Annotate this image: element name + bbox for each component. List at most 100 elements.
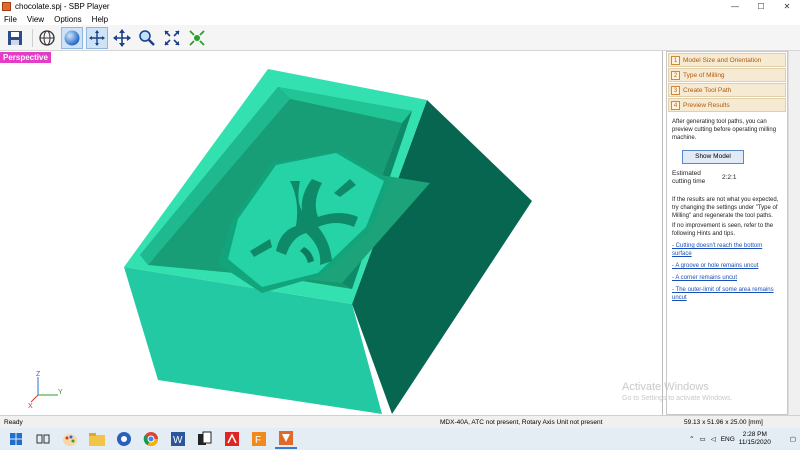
render-sphere-button[interactable]: [61, 26, 83, 49]
step-label: Model Size and Orientation: [683, 56, 762, 64]
step-create-tool-path[interactable]: 3 Create Tool Path: [668, 83, 786, 97]
minimize-button[interactable]: —: [722, 0, 748, 13]
fit-icon: [164, 29, 180, 46]
hint-note-2: If no improvement is seen, refer to the …: [672, 223, 774, 237]
notifications-icon[interactable]: ▢: [790, 435, 796, 443]
hint-link-bottom-surface[interactable]: - Cutting doesn't reach the bottom surfa…: [672, 242, 782, 258]
cards-taskbar-button[interactable]: [194, 429, 216, 449]
acrobat-taskbar-button[interactable]: [221, 429, 243, 449]
pan-icon: [113, 28, 131, 47]
preview-intro-text: After generating tool paths, you can pre…: [672, 119, 777, 141]
svg-text:F: F: [255, 435, 261, 446]
step-4-icon: 4: [671, 100, 680, 110]
step-type-of-milling[interactable]: 2 Type of Milling: [668, 68, 786, 82]
status-machine: MDX-40A, ATC not present, Rotary Axis Un…: [440, 418, 603, 426]
step-model-size[interactable]: 1 Model Size and Orientation: [668, 53, 786, 67]
windows-icon: [10, 433, 22, 445]
hint-link-corner[interactable]: - A corner remains uncut: [672, 274, 782, 282]
3d-viewport[interactable]: Perspective Z Y X: [0, 51, 662, 415]
estimated-time-label: Estimated cutting time: [672, 170, 706, 185]
language-indicator[interactable]: ENG: [721, 436, 735, 443]
hint-link-groove[interactable]: - A groove or hole remains uncut: [672, 262, 782, 270]
taskbar: W F ⌃ ▭ ◁ ENG 2:28 PM 11/15/2020 ▢: [0, 428, 800, 450]
menu-file[interactable]: File: [4, 15, 17, 24]
acrobat-icon: [225, 432, 239, 446]
sbp-player-taskbar-button[interactable]: [275, 429, 297, 449]
view-globe-button[interactable]: [36, 27, 58, 49]
axis-label-y: Y: [58, 389, 63, 396]
zoom-icon: [139, 29, 155, 46]
file-explorer-icon: [89, 433, 105, 446]
step-2-icon: 2: [671, 70, 680, 80]
sphere-icon: [64, 30, 80, 45]
sbp-f-icon: F: [252, 432, 266, 446]
cards-icon: [198, 431, 212, 445]
axis-label-z: Z: [36, 371, 41, 378]
svg-text:W: W: [173, 435, 183, 446]
hint-note-1: If the results are not what you expected…: [672, 197, 779, 219]
pan-button[interactable]: [111, 27, 133, 49]
step-label: Type of Milling: [683, 71, 725, 79]
task-view-icon: [36, 434, 50, 444]
globe-icon: [39, 29, 55, 46]
clock-time: 2:28 PM: [742, 431, 767, 438]
rotate-button[interactable]: [86, 26, 108, 49]
app-icon: [2, 2, 11, 11]
step-label: Create Tool Path: [683, 86, 732, 94]
fit-view-button[interactable]: [161, 27, 183, 49]
sbp-player-icon: [279, 431, 293, 445]
watermark-title: Activate Windows: [622, 381, 709, 393]
save-button[interactable]: [4, 27, 26, 49]
extents-icon: [189, 29, 205, 46]
speaker-icon[interactable]: ◁: [711, 435, 716, 443]
word-taskbar-button[interactable]: W: [167, 429, 189, 449]
sbp-f-taskbar-button[interactable]: F: [248, 429, 270, 449]
close-button[interactable]: ✕: [774, 0, 800, 13]
show-model-button[interactable]: Show Model: [682, 150, 744, 164]
step-1-icon: 1: [671, 55, 680, 65]
wizard-content: 1 Model Size and Orientation 2 Type of M…: [666, 51, 788, 415]
window-title: chocolate.spj - SBP Player: [15, 2, 110, 11]
menu-options[interactable]: Options: [54, 15, 82, 24]
activate-windows-watermark: Activate Windows Go to Settings to activ…: [622, 381, 733, 402]
toolbar: [0, 25, 800, 51]
step-preview-results[interactable]: 4 Preview Results: [668, 98, 786, 112]
task-view-button[interactable]: [32, 429, 54, 449]
chrome-alt-icon: [117, 432, 131, 446]
estimated-time-value: 2:2:1: [722, 174, 737, 181]
windows-start-button[interactable]: [5, 429, 27, 449]
axis-indicator: Z Y X: [28, 371, 63, 409]
menu-view[interactable]: View: [27, 15, 44, 24]
file-explorer-taskbar-button[interactable]: [86, 429, 108, 449]
rotate-icon: [89, 29, 105, 46]
word-icon: W: [171, 432, 185, 446]
zoom-button[interactable]: [136, 27, 158, 49]
paint-icon: [63, 434, 77, 446]
system-tray: ⌃ ▭ ◁ ENG 2:28 PM 11/15/2020 ▢: [684, 428, 800, 450]
step-label: Preview Results: [683, 101, 730, 109]
clock[interactable]: 2:28 PM 11/15/2020: [739, 431, 771, 447]
paint-taskbar-button[interactable]: [59, 429, 81, 449]
status-dimensions: 59.13 x 51.96 x 25.00 [mm]: [684, 418, 763, 426]
wizard-panel: 1 Model Size and Orientation 2 Type of M…: [662, 51, 800, 415]
status-bar: Ready MDX-40A, ATC not present, Rotary A…: [0, 415, 800, 428]
chrome-icon: [143, 432, 158, 446]
chrome-taskbar-button[interactable]: [140, 429, 162, 449]
panel-scrollbar[interactable]: [788, 51, 800, 415]
watermark-subtitle: Go to Settings to activate Windows.: [622, 395, 733, 402]
menu-bar: File View Options Help: [0, 13, 800, 25]
step-3-icon: 3: [671, 85, 680, 95]
extents-button[interactable]: [186, 27, 208, 49]
save-icon: [8, 30, 22, 45]
network-icon[interactable]: ▭: [700, 435, 706, 443]
menu-help[interactable]: Help: [92, 15, 108, 24]
status-ready: Ready: [4, 418, 23, 426]
chrome-alt-taskbar-button[interactable]: [113, 429, 135, 449]
axis-label-x: X: [28, 403, 33, 409]
maximize-button[interactable]: ☐: [748, 0, 774, 13]
clock-date: 11/15/2020: [738, 439, 771, 446]
hint-link-outer-limit[interactable]: - The outer-limit of some area remains u…: [672, 286, 782, 302]
title-bar: chocolate.spj - SBP Player — ☐ ✕: [0, 0, 800, 13]
tray-chevron-icon[interactable]: ⌃: [689, 435, 694, 443]
model-render: [124, 69, 532, 414]
